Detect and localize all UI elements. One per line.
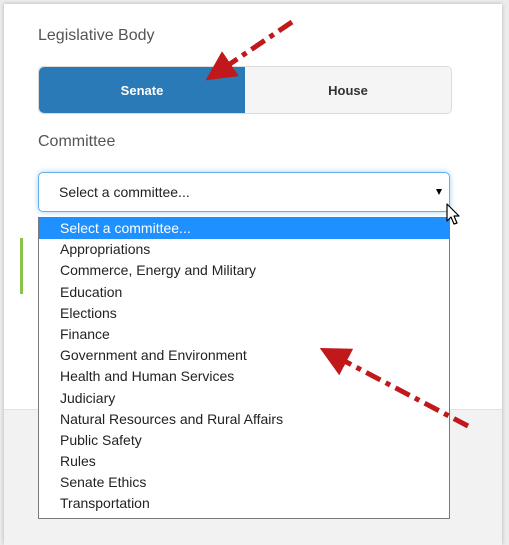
accent-strip bbox=[20, 238, 23, 294]
dropdown-option[interactable]: Senate Ethics bbox=[39, 472, 449, 493]
dropdown-option[interactable]: Elections bbox=[39, 303, 449, 324]
dropdown-option[interactable]: Transportation bbox=[39, 493, 449, 514]
committee-select-value: Select a committee... bbox=[59, 184, 190, 200]
dropdown-option[interactable]: Finance bbox=[39, 324, 449, 345]
dropdown-option[interactable]: Appropriations bbox=[39, 239, 449, 260]
committee-label: Committee bbox=[38, 133, 116, 150]
committee-select[interactable]: Select a committee... bbox=[38, 172, 450, 212]
dropdown-option[interactable]: Natural Resources and Rural Affairs bbox=[39, 409, 449, 430]
caret-down-icon bbox=[436, 189, 442, 195]
dropdown-option[interactable]: Select a committee... bbox=[39, 218, 449, 240]
legislative-body-label: Legislative Body bbox=[38, 27, 155, 44]
dropdown-option[interactable]: Education bbox=[39, 282, 449, 303]
dropdown-option[interactable]: Judiciary bbox=[39, 388, 449, 409]
dropdown-option[interactable]: Rules bbox=[39, 451, 449, 472]
mouse-cursor-icon bbox=[446, 203, 460, 225]
committee-dropdown-list: Select a committee... Appropriations Com… bbox=[38, 217, 450, 519]
senate-button[interactable]: Senate bbox=[39, 67, 245, 113]
dropdown-option[interactable]: Government and Environment bbox=[39, 345, 449, 366]
dropdown-option[interactable]: Health and Human Services bbox=[39, 366, 449, 387]
house-button[interactable]: House bbox=[245, 67, 451, 113]
legislative-body-toggle: Senate House bbox=[38, 66, 452, 114]
dropdown-option[interactable]: Commerce, Energy and Military bbox=[39, 260, 449, 281]
dropdown-option[interactable]: Public Safety bbox=[39, 430, 449, 451]
